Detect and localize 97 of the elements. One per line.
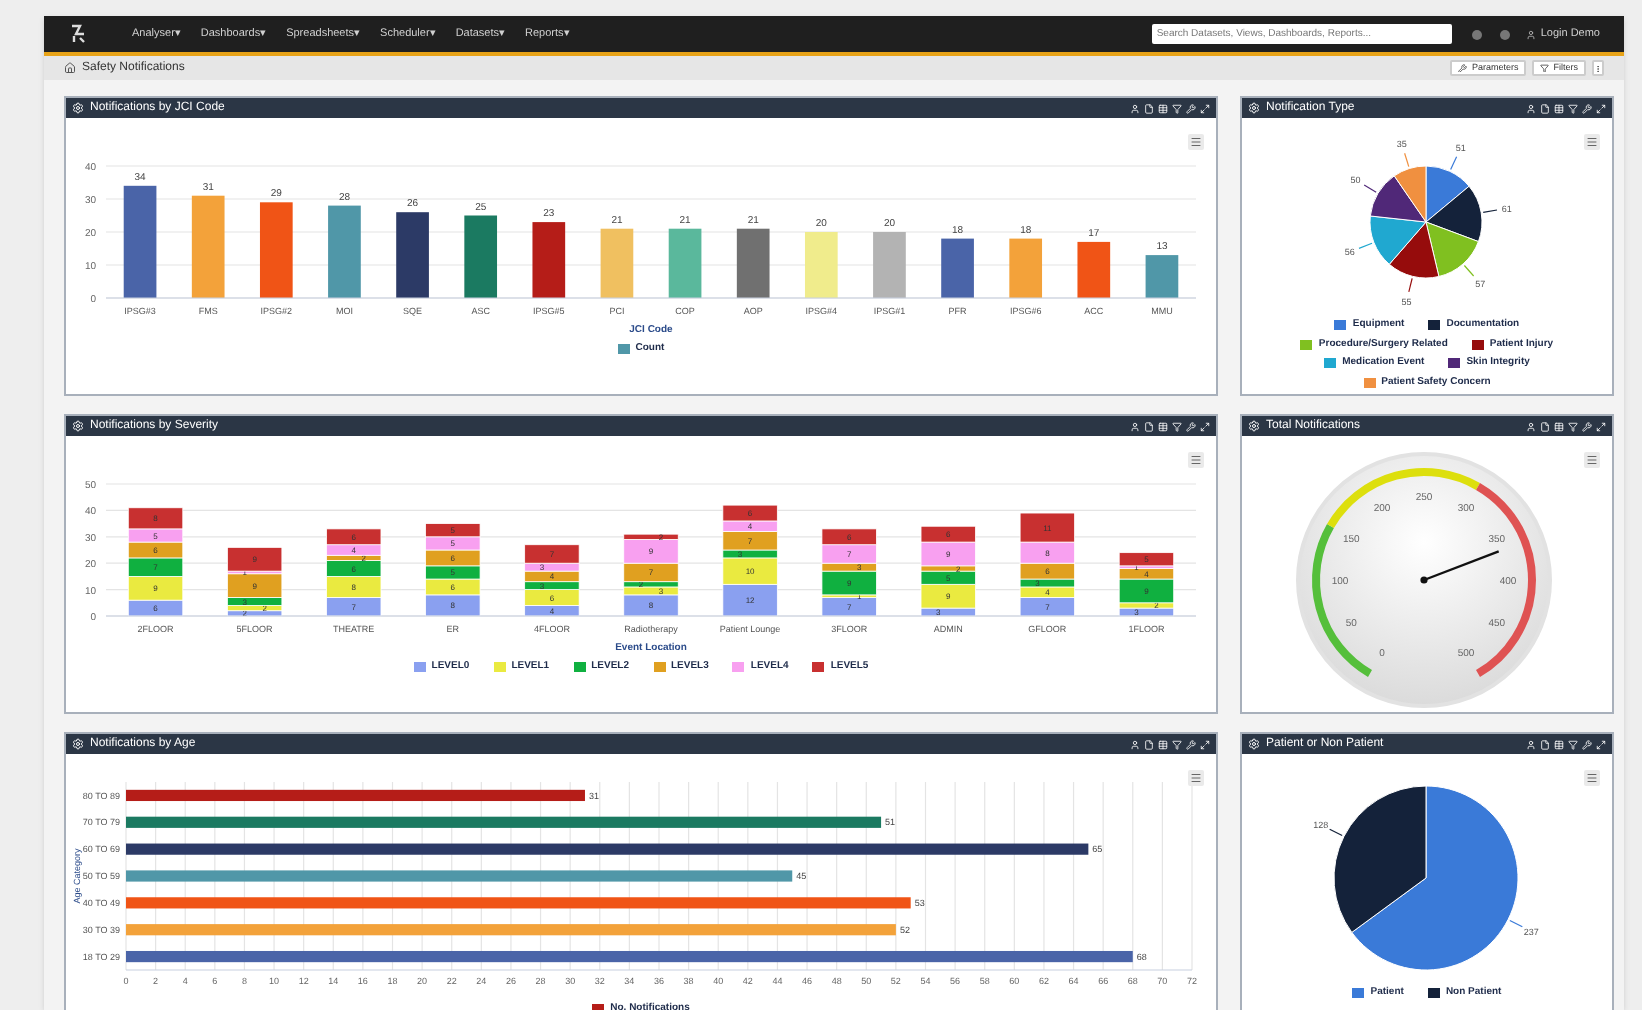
- leader-line: [1463, 264, 1475, 277]
- expand-icon[interactable]: [1200, 103, 1210, 113]
- bar: [873, 232, 906, 298]
- wrench-icon[interactable]: [1186, 103, 1196, 113]
- chart-menu-button[interactable]: [1188, 770, 1204, 786]
- bar-segment: [326, 576, 382, 598]
- bar: [668, 228, 702, 298]
- bar-segment: [127, 576, 184, 601]
- leader-line: [1450, 156, 1458, 171]
- bar: [1077, 241, 1111, 298]
- gear-icon[interactable]: [1248, 102, 1260, 114]
- gear-icon[interactable]: [72, 102, 84, 114]
- bar-segment: [425, 594, 481, 617]
- leader-line: [1408, 277, 1413, 293]
- wrench-icon[interactable]: [1582, 421, 1592, 431]
- chart-menu-button[interactable]: [1584, 452, 1600, 468]
- bar: [464, 215, 498, 298]
- bar: [1145, 255, 1179, 298]
- filter-icon: [1540, 63, 1550, 73]
- table-icon[interactable]: [1158, 103, 1168, 113]
- chart-menu-button[interactable]: [1188, 452, 1204, 468]
- chart-menu-button[interactable]: [1584, 770, 1600, 786]
- table-icon[interactable]: [1158, 421, 1168, 431]
- file-icon[interactable]: [1144, 739, 1154, 749]
- gear-icon[interactable]: [72, 738, 84, 750]
- wrench-icon[interactable]: [1186, 421, 1196, 431]
- bar-segment: [722, 583, 778, 617]
- filter-icon[interactable]: [1172, 739, 1182, 749]
- filter-icon[interactable]: [1568, 421, 1578, 431]
- menu-icon: [1586, 454, 1598, 466]
- menu-icon: [1586, 136, 1598, 148]
- wrench-icon[interactable]: [1186, 739, 1196, 749]
- expand-icon[interactable]: [1596, 739, 1606, 749]
- expand-icon[interactable]: [1200, 421, 1210, 431]
- file-icon[interactable]: [1540, 103, 1550, 113]
- chart-menu-button[interactable]: [1584, 134, 1600, 150]
- file-icon[interactable]: [1144, 103, 1154, 113]
- bar: [941, 238, 974, 298]
- bar: [804, 232, 838, 298]
- table-icon[interactable]: [1158, 739, 1168, 749]
- user-icon[interactable]: [1130, 103, 1140, 113]
- filter-icon[interactable]: [1568, 739, 1578, 749]
- circle-icon[interactable]: [1500, 29, 1511, 39]
- bar: [736, 228, 770, 298]
- bar-segment: [821, 528, 877, 546]
- file-icon[interactable]: [1144, 421, 1154, 431]
- leader-line: [1329, 828, 1343, 837]
- wrench-icon: [1458, 63, 1468, 73]
- bar: [259, 202, 293, 298]
- user-icon[interactable]: [1526, 421, 1536, 431]
- filter-icon[interactable]: [1172, 421, 1182, 431]
- menu-icon: [1190, 136, 1202, 148]
- more-button[interactable]: [1592, 60, 1604, 76]
- gear-icon[interactable]: [1248, 420, 1260, 432]
- gear-icon[interactable]: [1248, 738, 1260, 750]
- user-icon[interactable]: [1130, 739, 1140, 749]
- leader-line: [1358, 242, 1373, 249]
- table-icon[interactable]: [1554, 421, 1564, 431]
- leader-line: [1363, 184, 1377, 193]
- bar: [328, 205, 361, 298]
- user-icon[interactable]: [1526, 739, 1536, 749]
- bar-segment: [1019, 541, 1075, 564]
- chart-menu-button[interactable]: [1188, 134, 1204, 150]
- filter-icon[interactable]: [1172, 103, 1182, 113]
- bar: [532, 222, 566, 298]
- expand-icon[interactable]: [1200, 739, 1210, 749]
- expand-icon[interactable]: [1596, 103, 1606, 113]
- gauge-needle: [1420, 550, 1500, 584]
- logo-icon[interactable]: [68, 24, 88, 44]
- menu-icon: [1190, 454, 1202, 466]
- bar: [600, 228, 634, 298]
- leader-line: [1482, 209, 1498, 213]
- leader-line: [1404, 152, 1410, 168]
- table-icon[interactable]: [1554, 103, 1564, 113]
- user-icon[interactable]: [1130, 421, 1140, 431]
- bar: [1009, 238, 1043, 298]
- pie-slice: [1425, 165, 1470, 223]
- leader-line: [1509, 919, 1523, 928]
- file-icon[interactable]: [1540, 739, 1550, 749]
- menu-icon: [1586, 772, 1598, 784]
- filter-icon[interactable]: [1568, 103, 1578, 113]
- expand-icon[interactable]: [1596, 421, 1606, 431]
- bar: [123, 185, 157, 298]
- bar: [191, 195, 225, 298]
- home-icon[interactable]: [64, 62, 76, 74]
- bar-segment: [127, 557, 184, 577]
- bar: [396, 212, 429, 298]
- bar-segment: [1019, 512, 1075, 543]
- menu-icon: [1190, 772, 1202, 784]
- wrench-icon[interactable]: [1582, 739, 1592, 749]
- wrench-icon[interactable]: [1582, 103, 1592, 113]
- user-icon[interactable]: [1526, 29, 1537, 39]
- table-icon[interactable]: [1554, 739, 1564, 749]
- user-icon[interactable]: [1526, 103, 1536, 113]
- gear-icon[interactable]: [72, 420, 84, 432]
- file-icon[interactable]: [1540, 421, 1550, 431]
- circle-icon[interactable]: [1472, 29, 1483, 39]
